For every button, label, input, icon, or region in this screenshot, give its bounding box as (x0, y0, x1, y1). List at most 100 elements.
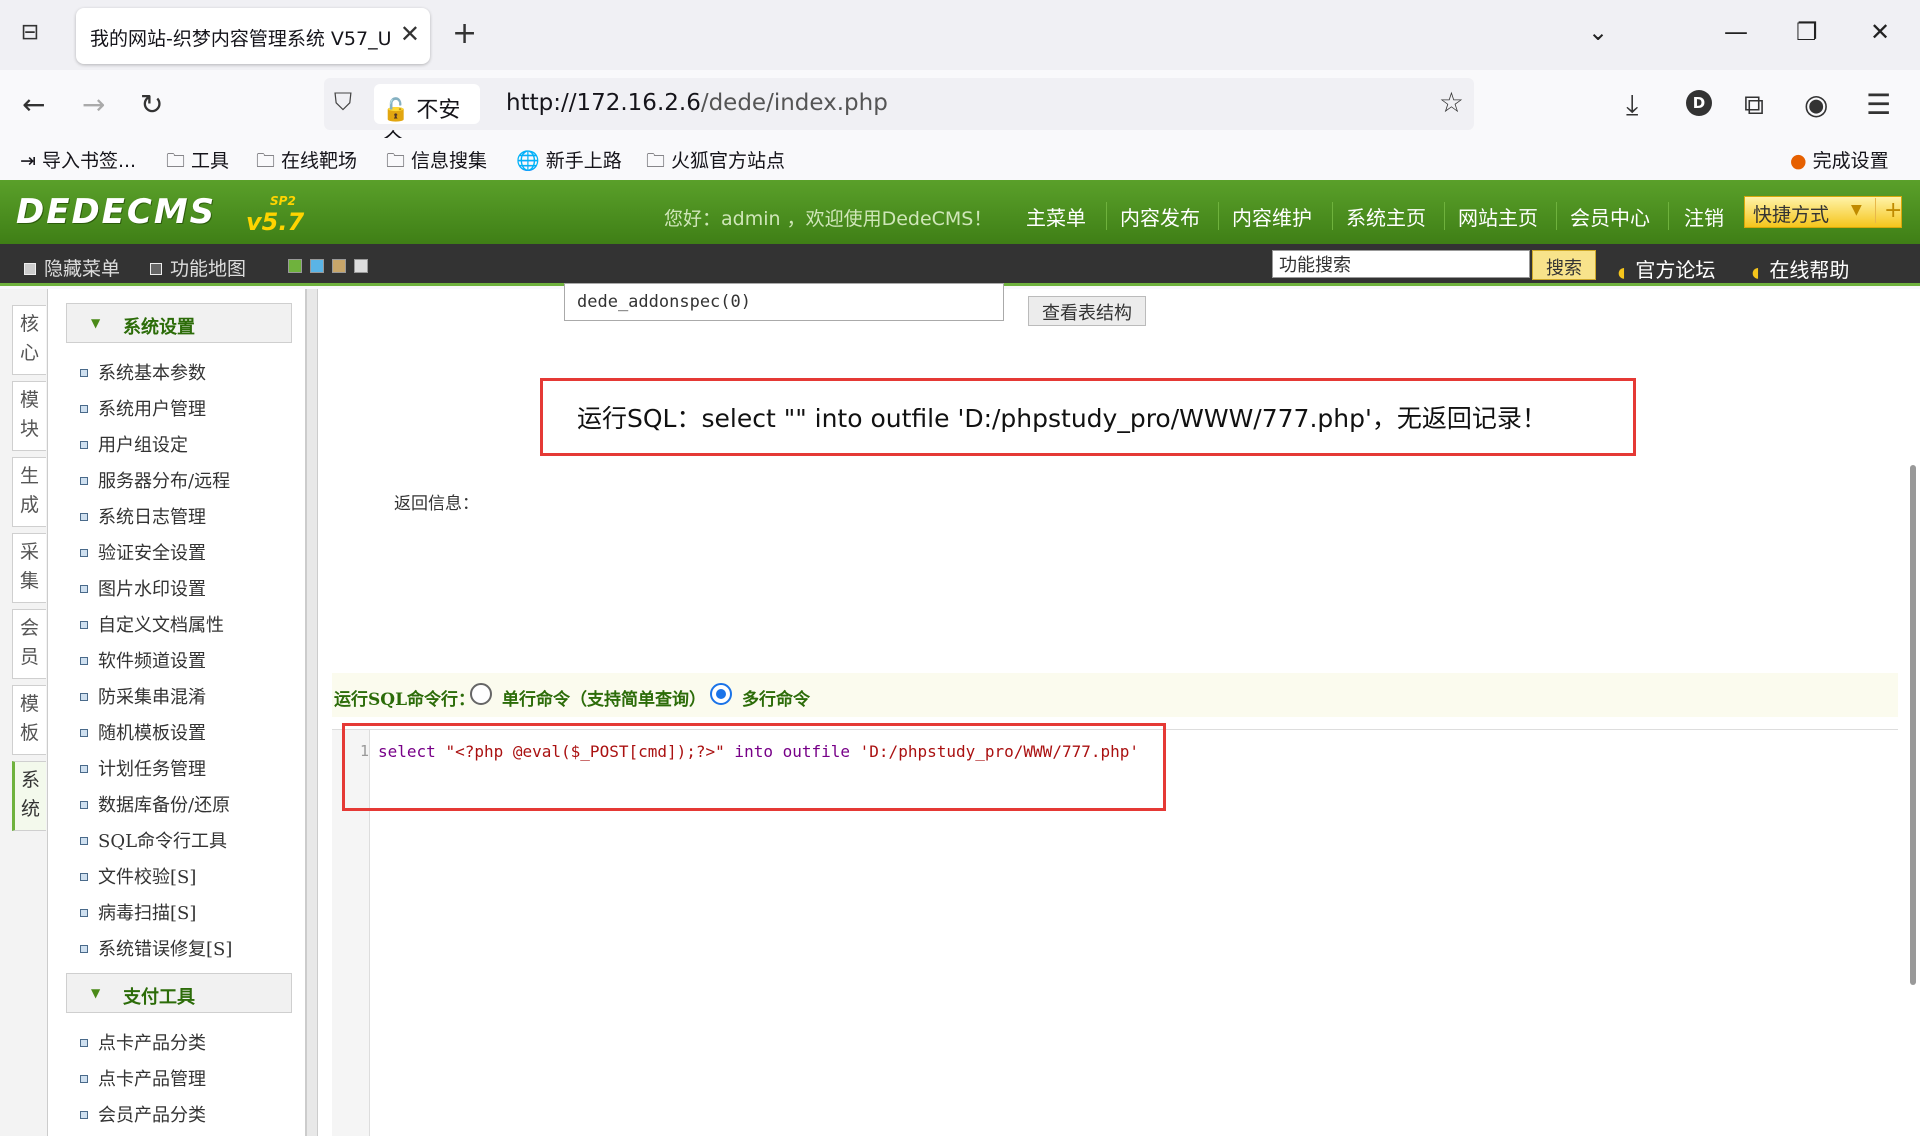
menu-item-usergroup[interactable]: 用户组设定 (80, 431, 188, 457)
menu-item-basic-params[interactable]: 系统基本参数 (80, 359, 206, 385)
nav-separator (1106, 202, 1107, 230)
minimize-icon[interactable]: — (1724, 18, 1748, 46)
tab-member[interactable]: 会员 (12, 609, 46, 679)
tab-system[interactable]: 系统 (12, 761, 46, 831)
close-tab-icon[interactable]: ✕ (400, 20, 420, 48)
menu-item-error-repair[interactable]: 系统错误修复[S] (80, 935, 232, 961)
finish-setup-link[interactable]: ● 完成设置 (1790, 146, 1889, 173)
section-title: 系统设置 (123, 317, 195, 338)
reload-icon[interactable]: ↻ (140, 88, 163, 121)
nav-main-menu[interactable]: 主菜单 (1026, 202, 1086, 231)
menu-item-db-backup[interactable]: 数据库备份/还原 (80, 791, 230, 817)
menu-item-anti-collect[interactable]: 防采集串混淆 (80, 683, 206, 709)
search-button[interactable]: 搜索 (1532, 250, 1596, 280)
menu-item-virus-scan[interactable]: 病毒扫描[S] (80, 899, 196, 925)
tab-collect[interactable]: 采集 (12, 533, 46, 603)
menu-item-sql-tool[interactable]: SQL命令行工具 (80, 827, 227, 853)
browser-tab[interactable]: 我的网站-织梦内容管理系统 V57_U ✕ (76, 8, 430, 64)
section-title: 支付工具 (123, 987, 195, 1008)
signal-icon: ◖ (1752, 265, 1760, 281)
hide-menu-button[interactable]: 隐藏菜单 (24, 254, 120, 281)
forward-arrow-icon[interactable]: → (82, 88, 105, 121)
single-line-label[interactable]: 单行命令（支持简单查询） (502, 685, 706, 710)
menu-item-card-category[interactable]: 点卡产品分类 (80, 1029, 206, 1055)
bookmark-folder-tools[interactable]: 🗀 工具 (166, 146, 229, 179)
table-list-select[interactable]: dede_addonspec(0) (564, 283, 1004, 321)
online-help-link[interactable]: ◖ 在线帮助 (1752, 254, 1849, 283)
menu-item-member-product-category[interactable]: 会员产品分类 (80, 1101, 206, 1127)
quick-menu-button[interactable]: 快捷方式 ▼ + (1744, 196, 1902, 228)
view-table-structure-button[interactable]: 查看表结构 (1028, 296, 1146, 326)
bookmark-folder-range[interactable]: 🗀 在线靶场 (256, 146, 357, 179)
bookmark-folder-firefox[interactable]: 🗀 火狐官方站点 (646, 146, 785, 179)
function-search-input[interactable] (1272, 250, 1530, 278)
broken-lock-icon: 🔓 (382, 98, 410, 123)
bullet-icon (80, 909, 88, 917)
welcome-text: 您好：admin ，欢迎使用DedeCMS！ (664, 208, 993, 230)
menu-item-card-management[interactable]: 点卡产品管理 (80, 1065, 206, 1091)
menu-item-software-channel[interactable]: 软件频道设置 (80, 647, 206, 673)
nav-content-publish[interactable]: 内容发布 (1120, 202, 1200, 231)
menu-section-system-settings[interactable]: ▼ 系统设置 (66, 303, 292, 343)
nav-site-home[interactable]: 网站主页 (1458, 202, 1538, 231)
tab-template[interactable]: 模板 (12, 685, 46, 755)
frame-splitter[interactable] (306, 289, 318, 1136)
nav-separator (1218, 202, 1219, 230)
single-line-radio[interactable] (470, 683, 492, 705)
restore-icon[interactable]: ❐ (1796, 18, 1818, 46)
insecure-connection-badge[interactable]: 🔓 不安全 (374, 84, 480, 155)
nav-content-maintain[interactable]: 内容维护 (1232, 202, 1312, 231)
tab-generate[interactable]: 生成 (12, 457, 46, 527)
multi-line-radio[interactable] (710, 683, 732, 705)
bookmark-folder-recon[interactable]: 🗀 信息搜集 (386, 146, 487, 179)
multi-line-label[interactable]: 多行命令 (742, 685, 810, 710)
menu-item-system-log[interactable]: 系统日志管理 (80, 503, 206, 529)
plus-icon[interactable]: + (1875, 198, 1902, 223)
menu-item-scheduled-tasks[interactable]: 计划任务管理 (80, 755, 206, 781)
bookmark-import[interactable]: ⇥ 导入书签... (20, 146, 136, 173)
bookmark-star-icon[interactable]: ☆ (1439, 86, 1464, 119)
window-close-icon[interactable]: ✕ (1870, 18, 1890, 46)
skin-green-swatch[interactable] (288, 259, 302, 273)
new-tab-button[interactable]: + (452, 16, 477, 51)
globe-icon: 🌐 (516, 150, 546, 172)
menu-item-random-template[interactable]: 随机模板设置 (80, 719, 206, 745)
skin-gray-swatch[interactable] (354, 259, 368, 273)
function-map-button[interactable]: 功能地图 (150, 254, 246, 281)
tab-module[interactable]: 模块 (12, 381, 46, 451)
tab-list-icon[interactable]: ⊟ (14, 20, 46, 50)
url-bar[interactable]: ⛉ 🔓 不安全 http://172.16.2.6/dede/index.php… (324, 78, 1474, 155)
tab-core[interactable]: 核心 (12, 305, 46, 375)
shield-icon[interactable]: ⛉ (334, 88, 352, 116)
url-path: /dede/index.php (700, 90, 888, 116)
official-forum-link[interactable]: ◖ 官方论坛 (1618, 254, 1715, 283)
menu-item-security[interactable]: 验证安全设置 (80, 539, 206, 565)
collapse-arrow-icon: ▼ (91, 316, 101, 330)
bullet-icon (80, 765, 88, 773)
downloads-icon[interactable]: ⤓ (1626, 88, 1638, 122)
vertical-scrollbar[interactable] (1910, 465, 1916, 985)
menu-item-doc-attributes[interactable]: 自定义文档属性 (80, 611, 224, 637)
skin-blue-swatch[interactable] (310, 259, 324, 273)
hamburger-menu-icon[interactable]: ☰ (1866, 88, 1891, 121)
nav-logout[interactable]: 注销 (1684, 202, 1724, 231)
bookmark-getting-started[interactable]: 🌐 新手上路 (516, 146, 622, 173)
profile-avatar-icon[interactable]: D (1686, 90, 1712, 116)
menu-item-watermark[interactable]: 图片水印设置 (80, 575, 206, 601)
back-arrow-icon[interactable]: ← (22, 88, 45, 121)
menu-section-payment-tools[interactable]: ▼ 支付工具 (66, 973, 292, 1013)
menu-item-user-management[interactable]: 系统用户管理 (80, 395, 206, 421)
skin-brown-swatch[interactable] (332, 259, 346, 273)
tab-overflow-chevron-icon[interactable]: ⌄ (1588, 18, 1608, 46)
extension-circle-icon[interactable]: ◉ (1804, 88, 1828, 121)
folder-icon: 🗀 (646, 150, 672, 172)
extensions-icon[interactable]: ⧉ (1744, 88, 1764, 122)
menu-item-file-check[interactable]: 文件校验[S] (80, 863, 196, 889)
menu-item-server-distribution[interactable]: 服务器分布/远程 (80, 467, 230, 493)
import-icon: ⇥ (20, 150, 42, 172)
bullet-icon (80, 1075, 88, 1083)
nav-system-home[interactable]: 系统主页 (1346, 202, 1426, 231)
nav-member-center[interactable]: 会员中心 (1570, 202, 1650, 231)
url-text[interactable]: http://172.16.2.6/dede/index.php (506, 90, 888, 116)
dedecms-header: DEDECMS SP2 v5.7 您好：admin ，欢迎使用DedeCMS！ … (0, 180, 1920, 244)
